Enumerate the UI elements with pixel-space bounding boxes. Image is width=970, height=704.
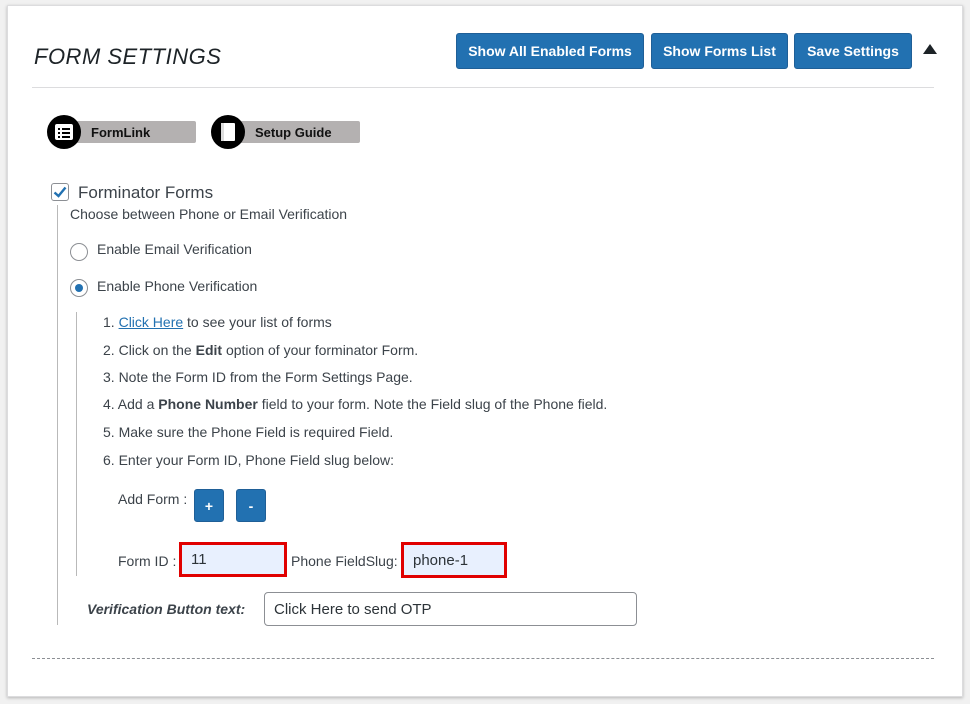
phone-verification-label: Enable Phone Verification xyxy=(97,278,258,294)
setup-guide-label: Setup Guide xyxy=(255,124,332,140)
show-forms-list-button[interactable]: Show Forms List xyxy=(651,33,788,69)
forminator-forms-checkbox[interactable] xyxy=(51,183,69,201)
step-2-text-pre: Click on the xyxy=(118,342,196,358)
email-verification-radio[interactable] xyxy=(70,243,88,261)
click-here-link[interactable]: Click Here xyxy=(119,314,184,330)
section-description: Choose between Phone or Email Verificati… xyxy=(70,206,348,222)
settings-panel: FORM SETTINGS Show All Enabled Forms Sho… xyxy=(7,5,963,697)
form-id-highlight xyxy=(179,542,287,577)
phone-field-slug-label: Phone FieldSlug: xyxy=(291,553,398,569)
checkmark-icon xyxy=(53,186,67,198)
email-verification-label: Enable Email Verification xyxy=(97,241,252,257)
verification-button-text-label: Verification Button text: xyxy=(87,601,246,617)
form-list-icon xyxy=(47,115,81,149)
triangle-up-icon[interactable] xyxy=(923,44,937,54)
step-4-text-pre: 4. Add a xyxy=(103,396,159,412)
page-title: FORM SETTINGS xyxy=(34,44,222,69)
step-4: 4. Add a Phone Number field to your form… xyxy=(103,396,607,412)
step-3: 3. Note the Form ID from the Form Settin… xyxy=(103,369,413,385)
phone-slug-highlight xyxy=(401,542,507,578)
form-id-input[interactable] xyxy=(182,545,284,574)
section-bottom-divider xyxy=(32,658,934,659)
step-6: 6. Enter your Form ID, Phone Field slug … xyxy=(103,452,395,468)
show-all-enabled-forms-button[interactable]: Show All Enabled Forms xyxy=(456,33,644,69)
setup-guide-button[interactable]: Setup Guide xyxy=(211,115,360,149)
book-icon xyxy=(211,115,245,149)
formlink-button[interactable]: FormLink xyxy=(47,115,196,149)
settings-header: FORM SETTINGS Show All Enabled Forms Sho… xyxy=(32,32,937,88)
step-2-number: 2. xyxy=(103,342,115,358)
step-1: 1. Click Here to see your list of forms xyxy=(103,314,332,330)
remove-form-button[interactable]: - xyxy=(236,489,266,522)
step-1-number: 1. xyxy=(103,314,115,330)
section-divider xyxy=(57,205,58,625)
step-2: 2. Click on the Edit option of your form… xyxy=(103,342,418,358)
section-title: Forminator Forms xyxy=(78,183,214,202)
step-2-bold: Edit xyxy=(195,342,223,358)
phone-field-slug-input[interactable] xyxy=(404,545,504,575)
step-2-text-post: option of your forminator Form. xyxy=(222,342,419,358)
step-4-text-post: field to your form. Note the Field slug … xyxy=(257,396,608,412)
formlink-label: FormLink xyxy=(91,124,151,140)
step-4-bold: Phone Number xyxy=(158,396,258,412)
add-form-label: Add Form : xyxy=(118,491,188,507)
verification-button-text-input[interactable] xyxy=(264,592,637,626)
form-id-label: Form ID : xyxy=(118,553,177,569)
save-settings-button[interactable]: Save Settings xyxy=(794,33,912,69)
phone-verification-radio[interactable] xyxy=(70,279,88,297)
add-form-button[interactable]: + xyxy=(194,489,224,522)
step-5: 5. Make sure the Phone Field is required… xyxy=(103,424,394,440)
step-1-text: to see your list of forms xyxy=(183,314,332,330)
steps-divider xyxy=(76,312,77,576)
